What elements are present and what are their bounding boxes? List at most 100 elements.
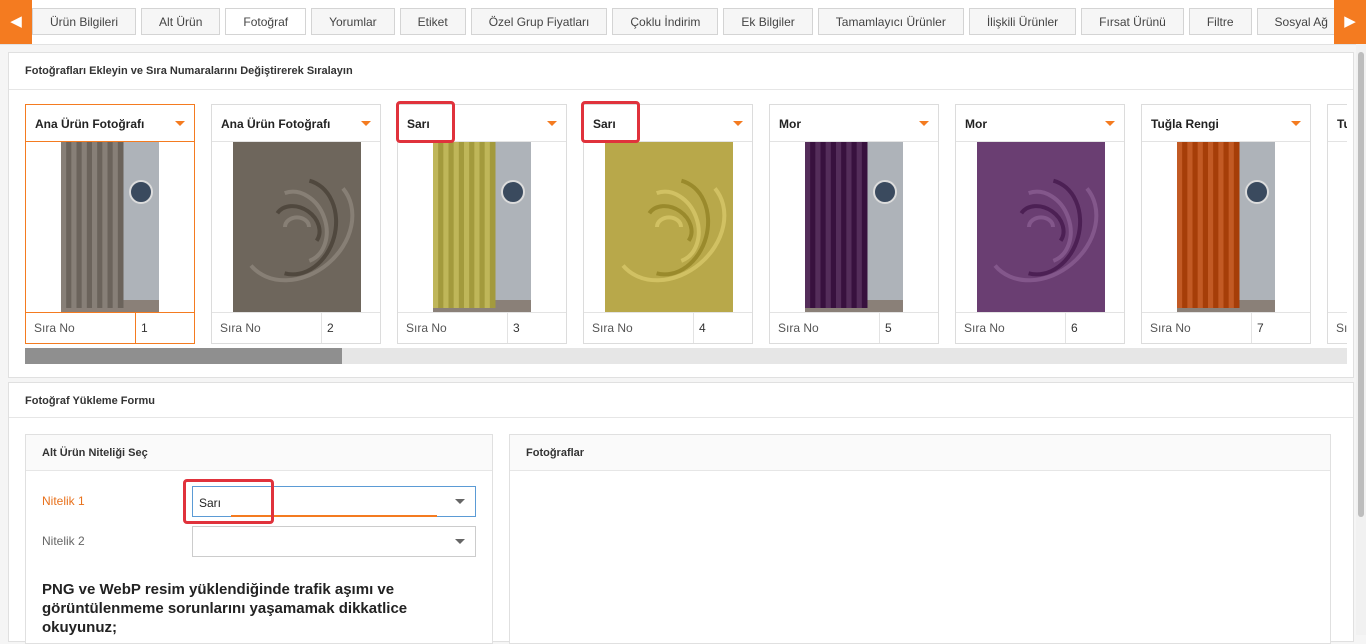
photo-card-header[interactable]: Mor [770, 105, 938, 142]
photo-card-header[interactable]: Sarı [584, 105, 752, 142]
tab-item[interactable]: Ek Bilgiler [723, 8, 813, 35]
photo-card[interactable]: Tuğla Rengi Sıra No 7 [1141, 104, 1311, 344]
photo-attribute-label: Ana Ürün Fotoğrafı [35, 117, 145, 131]
product-photo [1177, 142, 1275, 313]
photo-attribute-label: Mor [965, 117, 987, 131]
chevron-left-icon[interactable]: ◀ [0, 0, 32, 44]
divider [9, 417, 1353, 418]
divider [9, 89, 1353, 90]
tab-item[interactable]: İlişkili Ürünler [968, 8, 1077, 35]
photo-order-row: Sıra No 5 [770, 312, 938, 343]
product-photo [61, 142, 159, 313]
tab-item[interactable]: Sosyal Ağ [1256, 8, 1334, 35]
photo-attribute-label: Tuğla Rengi [1151, 117, 1219, 131]
caret-down-icon[interactable] [175, 121, 185, 126]
chevron-down-icon [455, 499, 465, 504]
attribute2-label: Nitelik 2 [42, 534, 85, 548]
photo-order-row: Sıra No 3 [398, 312, 566, 343]
divider [321, 313, 322, 343]
divider [507, 313, 508, 343]
tab-item[interactable]: Ürün Bilgileri [32, 8, 137, 35]
photo-order-row: Sıra No 2 [212, 312, 380, 343]
upload-title: Fotoğraf Yükleme Formu [25, 395, 155, 407]
attribute-panel-header: Alt Ürün Niteliği Seç [26, 435, 492, 471]
product-photo [605, 142, 733, 313]
tab-item[interactable]: Filtre [1188, 8, 1252, 35]
chevron-right-icon[interactable]: ▶ [1334, 0, 1366, 44]
product-photo [433, 142, 531, 313]
photos-panel: Fotoğraflar [509, 434, 1331, 644]
order-input[interactable]: 1 [141, 321, 148, 335]
photo-order-row: Sıra No8 [1328, 312, 1347, 343]
order-label: Sıra No [592, 321, 633, 335]
photo-card[interactable]: Ana Ürün Fotoğrafı Sıra No 1 [25, 104, 195, 344]
order-label: Sıra No [406, 321, 447, 335]
photo-card[interactable]: Ana Ürün Fotoğrafı Sıra No 2 [211, 104, 381, 344]
caret-down-icon[interactable] [361, 121, 371, 126]
order-input[interactable]: 5 [885, 321, 892, 335]
gallery-hscrollbar-thumb[interactable] [25, 348, 342, 364]
photo-attribute-label: Sarı [407, 117, 430, 131]
photo-order-row: Sıra No 6 [956, 312, 1124, 343]
caret-down-icon[interactable] [1105, 121, 1115, 126]
order-input[interactable]: 6 [1071, 321, 1078, 335]
divider [693, 313, 694, 343]
chevron-down-icon [455, 539, 465, 544]
upload-warning-text: PNG ve WebP resim yüklendiğinde trafik a… [42, 581, 408, 636]
order-label: Sıra No [778, 321, 819, 335]
caret-down-icon[interactable] [733, 121, 743, 126]
order-input[interactable]: 7 [1257, 321, 1264, 335]
product-photo [977, 142, 1105, 313]
order-input[interactable]: 2 [327, 321, 334, 335]
attribute1-underline [231, 515, 437, 517]
tab-item[interactable]: Çoklu İndirim [612, 8, 719, 35]
tab-item[interactable]: Tamamlayıcı Ürünler [817, 8, 964, 35]
photo-card-header[interactable]: Mor [956, 105, 1124, 142]
gallery-hscrollbar[interactable] [25, 348, 1347, 364]
photo-card[interactable]: Mor Sıra No 5 [769, 104, 939, 344]
page-scrollbar-thumb[interactable] [1358, 52, 1364, 517]
order-label: Sıra No [1150, 321, 1191, 335]
photo-card-header[interactable]: Ana Ürün Fotoğrafı [26, 105, 194, 142]
tab-item[interactable]: Özel Grup Fiyatları [470, 8, 608, 35]
photo-card-header[interactable]: Tuğla Rengi [1328, 105, 1347, 142]
photo-card[interactable]: Sarı Sıra No 4 [583, 104, 753, 344]
tab-item[interactable]: Alt Ürün [141, 8, 221, 35]
attribute1-label: Nitelik 1 [42, 494, 85, 508]
photo-attribute-label: Mor [779, 117, 801, 131]
tab-item[interactable]: Etiket [399, 8, 466, 35]
photos-panel-header: Fotoğraflar [510, 435, 1330, 471]
tab-item[interactable]: Yorumlar [311, 8, 395, 35]
product-photo [233, 142, 361, 313]
photo-card[interactable]: Mor Sıra No 6 [955, 104, 1125, 344]
photo-card[interactable]: Sarı Sıra No 3 [397, 104, 567, 344]
photo-order-row: Sıra No 7 [1142, 312, 1310, 343]
photo-card-header[interactable]: Ana Ürün Fotoğrafı [212, 105, 380, 142]
caret-down-icon[interactable] [1291, 121, 1301, 126]
caret-down-icon[interactable] [547, 121, 557, 126]
photo-order-row: Sıra No 4 [584, 312, 752, 343]
tab-item[interactable]: Fotoğraf [225, 8, 307, 35]
attribute1-select[interactable]: Sarı [192, 486, 476, 517]
order-label: Sıra No [1336, 321, 1347, 335]
photo-card-header[interactable]: Tuğla Rengi [1142, 105, 1310, 142]
order-input[interactable]: 4 [699, 321, 706, 335]
tab-bar: ◀ Ürün Bilgileri Alt Ürün Fotoğraf Yorumlar… [0, 0, 1366, 45]
photo-order-row: Sıra No 1 [26, 312, 194, 343]
order-label: Sıra No [964, 321, 1005, 335]
attribute2-select[interactable] [192, 526, 476, 557]
divider [879, 313, 880, 343]
caret-down-icon[interactable] [919, 121, 929, 126]
photo-card[interactable]: Tuğla Rengi Sıra No8 [1327, 104, 1347, 344]
attribute1-value: Sarı [199, 496, 222, 510]
photo-card-header[interactable]: Sarı [398, 105, 566, 142]
photo-attribute-label: Ana Ürün Fotoğrafı [221, 117, 331, 131]
divider [1065, 313, 1066, 343]
photo-attribute-label: Sarı [593, 117, 616, 131]
product-photo [1328, 142, 1347, 313]
page-scrollbar[interactable] [1356, 44, 1366, 635]
photo-attribute-label: Tuğla Rengi [1337, 117, 1347, 131]
tab-item[interactable]: Fırsat Ürünü [1081, 8, 1184, 35]
order-input[interactable]: 3 [513, 321, 520, 335]
product-photo [805, 142, 903, 313]
